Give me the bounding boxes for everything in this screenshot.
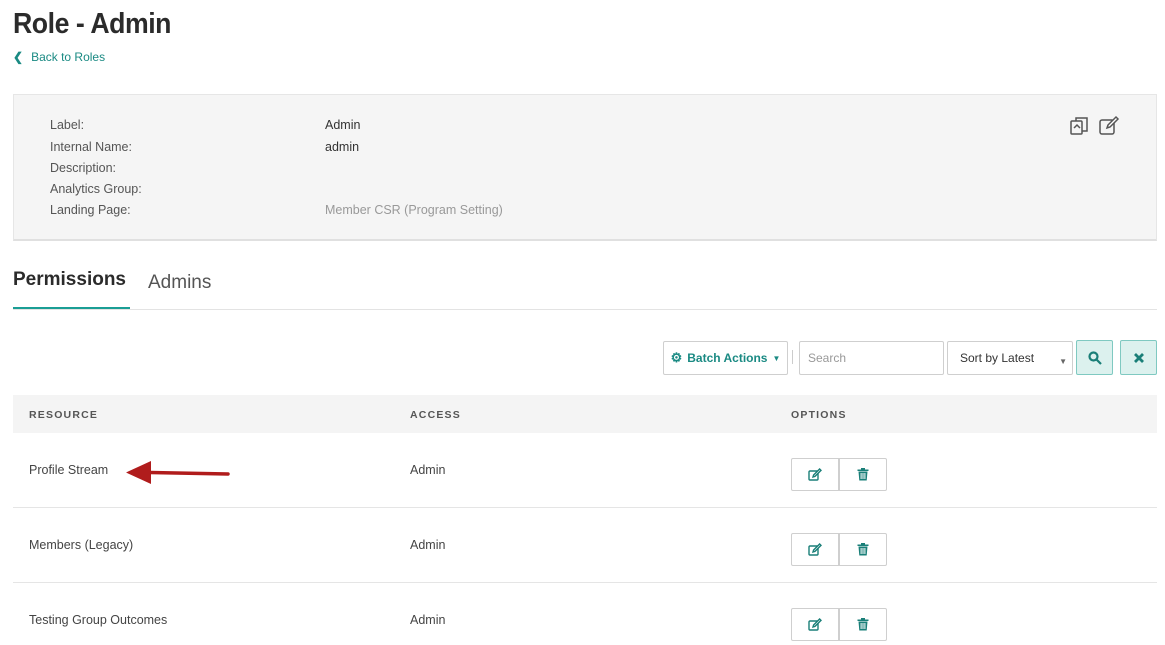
landing-page-value: Member CSR (Program Setting) [325, 203, 503, 217]
access-cell: Admin [410, 613, 446, 627]
trash-icon [857, 543, 869, 556]
tab-bar: Permissions Admins [13, 264, 1157, 310]
search-input[interactable] [799, 341, 944, 375]
description-label: Description: [50, 161, 116, 175]
delete-row-button[interactable] [839, 533, 887, 566]
resource-cell: Members (Legacy) [29, 538, 134, 552]
tab-admins[interactable]: Admins [148, 264, 211, 309]
table-row: Members (Legacy) Admin [13, 508, 1157, 583]
edit-row-button[interactable] [791, 533, 839, 566]
landing-page-label: Landing Page: [50, 203, 131, 217]
tab-permissions[interactable]: Permissions [13, 264, 130, 309]
edit-icon [808, 617, 822, 631]
access-cell: Admin [410, 463, 446, 477]
edit-icon [808, 467, 822, 481]
column-header-access: ACCESS [410, 409, 461, 421]
resource-cell: Testing Group Outcomes [29, 613, 168, 627]
delete-row-button[interactable] [839, 458, 887, 491]
label-field-label: Label: [50, 118, 85, 132]
caret-down-icon: ▼ [772, 353, 781, 363]
search-icon [1087, 350, 1102, 365]
caret-down-icon: ▼ [1059, 357, 1067, 366]
label-field-value: Admin [325, 118, 361, 132]
analytics-group-label: Analytics Group: [50, 182, 142, 196]
resource-cell: Profile Stream [29, 463, 109, 477]
sort-select-value: Sort by Latest [960, 351, 1035, 365]
page-title: Role - Admin [13, 8, 172, 40]
edit-icon [808, 542, 822, 556]
clear-button[interactable] [1120, 340, 1157, 375]
gear-icon: ⚙ [670, 350, 683, 365]
trash-icon [857, 468, 869, 481]
back-link-label: Back to Roles [31, 50, 106, 64]
annotation-arrow-icon [126, 461, 230, 484]
edit-row-button[interactable] [791, 458, 839, 491]
access-cell: Admin [410, 538, 446, 552]
role-details-panel: Label: Admin Internal Name: admin Descri… [13, 94, 1157, 241]
column-header-options: OPTIONS [791, 409, 847, 421]
delete-row-button[interactable] [839, 608, 887, 641]
close-icon [1133, 352, 1144, 363]
column-header-resource: RESOURCE [29, 409, 99, 421]
trash-icon [857, 618, 869, 631]
back-to-roles-link[interactable]: ❮ Back to Roles [13, 50, 105, 64]
sort-select[interactable]: Sort by Latest ▼ [947, 341, 1073, 375]
edit-icon[interactable] [1098, 115, 1120, 137]
toolbar-divider [792, 350, 793, 364]
chevron-left-icon: ❮ [13, 50, 24, 64]
batch-actions-button[interactable]: ⚙ Batch Actions ▼ [663, 341, 788, 375]
copy-icon[interactable] [1069, 115, 1091, 137]
batch-actions-label: Batch Actions [687, 351, 768, 365]
edit-row-button[interactable] [791, 608, 839, 641]
table-row: Testing Group Outcomes Admin [13, 583, 1157, 645]
internal-name-label: Internal Name: [50, 140, 132, 154]
internal-name-value: admin [325, 140, 360, 154]
search-button[interactable] [1076, 340, 1113, 375]
table-header: RESOURCE ACCESS OPTIONS [13, 395, 1157, 433]
